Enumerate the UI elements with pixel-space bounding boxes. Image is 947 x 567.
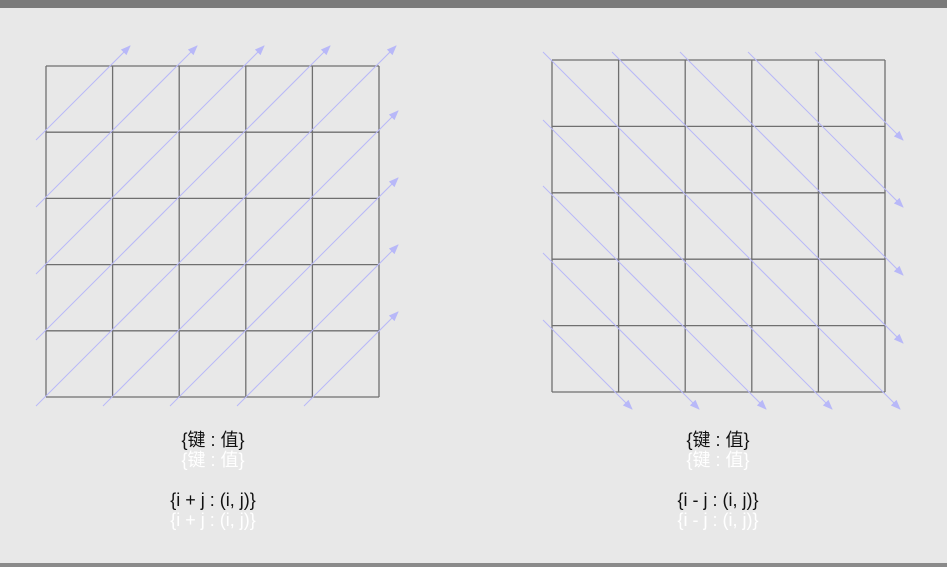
left-formula: {i + j : (i, j)} {i + j : (i, j)} <box>113 490 313 530</box>
diagonal-arrow <box>747 51 904 208</box>
right-formula-ghost: {i - j : (i, j)} <box>677 510 759 530</box>
diagonal-arrow <box>542 252 700 410</box>
right-grid <box>551 59 886 393</box>
right-diagonal-arrows <box>542 51 904 410</box>
bottom-border <box>0 563 947 567</box>
left-caption-line1-ghost: {键 : 值} <box>181 450 245 470</box>
left-formula-line: {i + j : (i, j)} <box>170 490 256 510</box>
right-formula: {i - j : (i, j)} {i - j : (i, j)} <box>618 490 818 530</box>
left-formula-ghost: {i + j : (i, j)} <box>170 510 256 530</box>
right-caption: {键 : 值} {键 : 值} <box>618 430 818 470</box>
left-grid <box>45 65 380 398</box>
left-caption-line1: {键 : 值} <box>181 430 245 450</box>
left-anti-diagonal-arrows <box>35 45 399 407</box>
right-formula-line: {i - j : (i, j)} <box>677 490 759 510</box>
diagonal-arrow <box>542 51 901 410</box>
diagonal-arrow <box>35 45 397 407</box>
diagonal-arrow <box>35 45 198 208</box>
right-caption-line1: {键 : 值} <box>686 430 750 450</box>
diagonal-arrow <box>303 311 399 407</box>
diagonal-arrow <box>236 244 399 407</box>
diagonal-arrow <box>35 45 131 141</box>
diagonal-arrow <box>679 51 904 276</box>
diagonal-arrow <box>35 45 265 275</box>
left-caption: {键 : 值} {键 : 值} <box>113 430 313 470</box>
diagonal-arrow <box>542 185 767 410</box>
diagonal-arrow <box>102 110 399 407</box>
diagonal-grid-diagram <box>35 45 904 410</box>
right-caption-line1-ghost: {键 : 值} <box>686 450 750 470</box>
diagonal-arrow <box>169 177 399 407</box>
diagonal-arrow <box>542 119 833 410</box>
diagonal-arrow <box>35 45 331 341</box>
